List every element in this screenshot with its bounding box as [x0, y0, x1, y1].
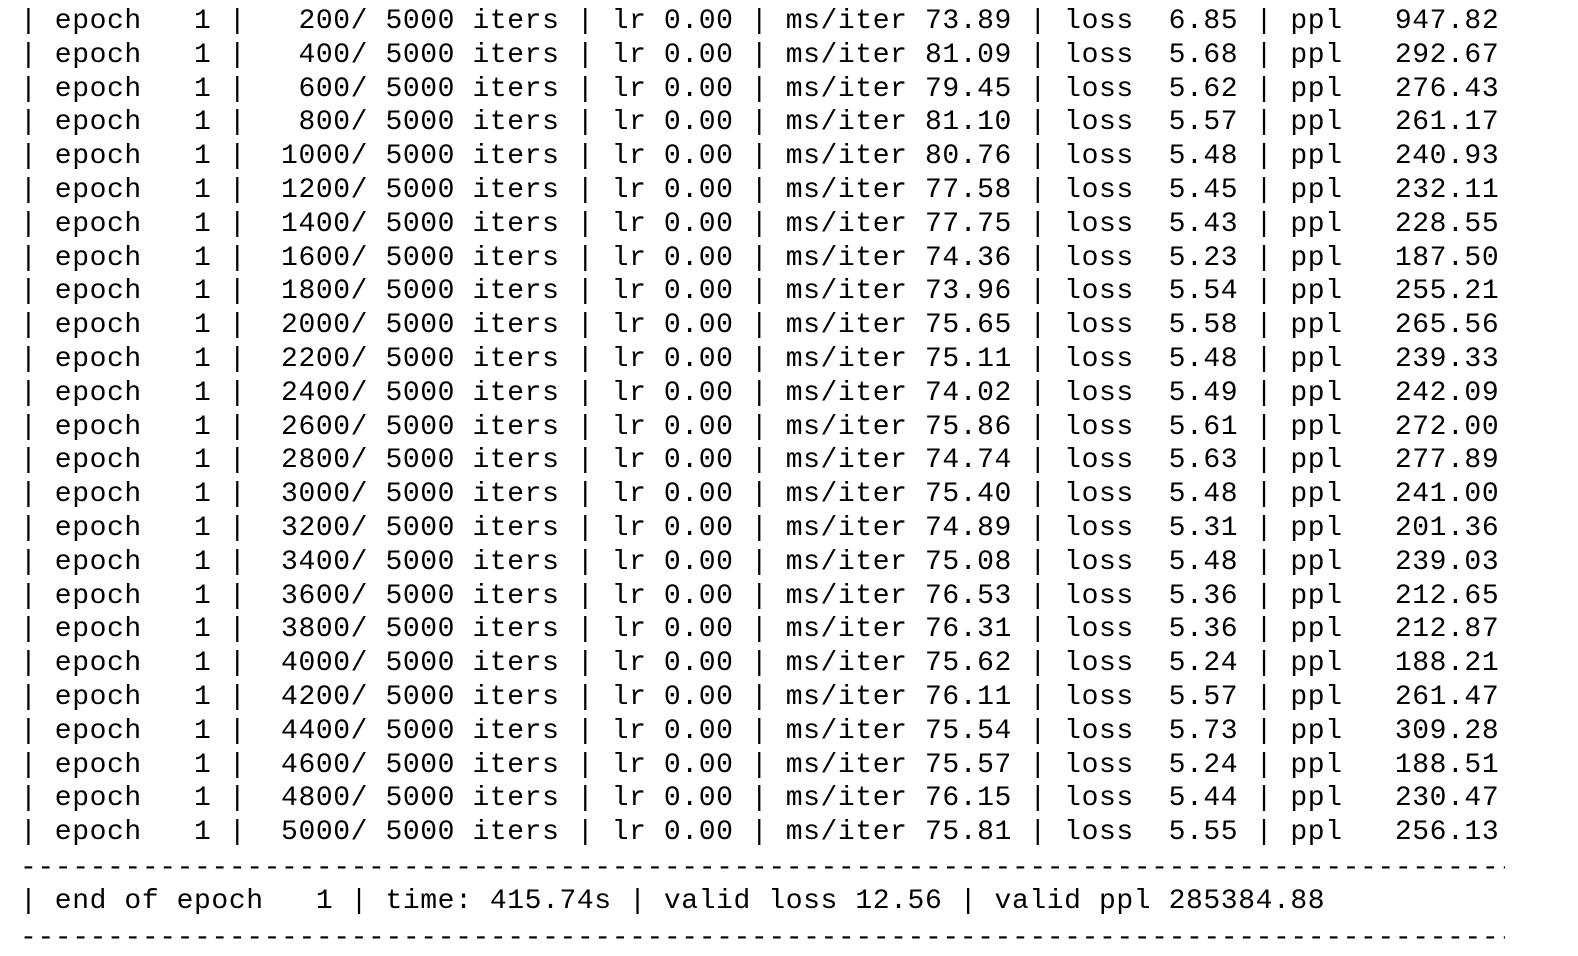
- log-line: | epoch 1 | 4000/ 5000 iters | lr 0.00 |…: [20, 648, 1500, 680]
- log-line: | epoch 1 | 2600/ 5000 iters | lr 0.00 |…: [20, 411, 1500, 443]
- log-line: | epoch 1 | 4200/ 5000 iters | lr 0.00 |…: [20, 681, 1500, 713]
- log-line: | epoch 1 | 200/ 5000 iters | lr 0.00 | …: [20, 6, 1500, 37]
- terminal-output: | epoch 1 | 200/ 5000 iters | lr 0.00 | …: [0, 0, 1578, 956]
- divider-line: ----------------------------------------…: [20, 853, 1505, 884]
- epoch-summary: | end of epoch 1 | time: 415.74s | valid…: [20, 886, 1326, 917]
- log-line: | epoch 1 | 3000/ 5000 iters | lr 0.00 |…: [20, 479, 1500, 511]
- log-line: | epoch 1 | 4400/ 5000 iters | lr 0.00 |…: [20, 715, 1500, 747]
- log-line: | epoch 1 | 1600/ 5000 iters | lr 0.00 |…: [20, 242, 1500, 274]
- log-line: | epoch 1 | 400/ 5000 iters | lr 0.00 | …: [20, 39, 1500, 71]
- training-log: | epoch 1 | 200/ 5000 iters | lr 0.00 | …: [20, 5, 1499, 850]
- log-line: | epoch 1 | 2400/ 5000 iters | lr 0.00 |…: [20, 377, 1500, 409]
- log-line: | epoch 1 | 2000/ 5000 iters | lr 0.00 |…: [20, 310, 1500, 342]
- log-line: | epoch 1 | 600/ 5000 iters | lr 0.00 | …: [20, 73, 1500, 105]
- divider-line: ----------------------------------------…: [20, 923, 1505, 954]
- log-line: | epoch 1 | 2200/ 5000 iters | lr 0.00 |…: [20, 343, 1500, 375]
- log-line: | epoch 1 | 1200/ 5000 iters | lr 0.00 |…: [20, 174, 1500, 206]
- log-line: | epoch 1 | 1400/ 5000 iters | lr 0.00 |…: [20, 208, 1500, 240]
- log-line: | epoch 1 | 1000/ 5000 iters | lr 0.00 |…: [20, 141, 1500, 173]
- log-line: | epoch 1 | 3600/ 5000 iters | lr 0.00 |…: [20, 580, 1500, 612]
- log-line: | epoch 1 | 4800/ 5000 iters | lr 0.00 |…: [20, 783, 1500, 815]
- log-line: | epoch 1 | 4600/ 5000 iters | lr 0.00 |…: [20, 749, 1500, 781]
- log-line: | epoch 1 | 2800/ 5000 iters | lr 0.00 |…: [20, 445, 1500, 477]
- log-line: | epoch 1 | 5000/ 5000 iters | lr 0.00 |…: [20, 817, 1500, 849]
- log-line: | epoch 1 | 3400/ 5000 iters | lr 0.00 |…: [20, 546, 1500, 578]
- log-line: | epoch 1 | 3200/ 5000 iters | lr 0.00 |…: [20, 512, 1500, 544]
- log-line: | epoch 1 | 800/ 5000 iters | lr 0.00 | …: [20, 107, 1500, 139]
- log-line: | epoch 1 | 1800/ 5000 iters | lr 0.00 |…: [20, 276, 1500, 308]
- log-line: | epoch 1 | 3800/ 5000 iters | lr 0.00 |…: [20, 614, 1500, 646]
